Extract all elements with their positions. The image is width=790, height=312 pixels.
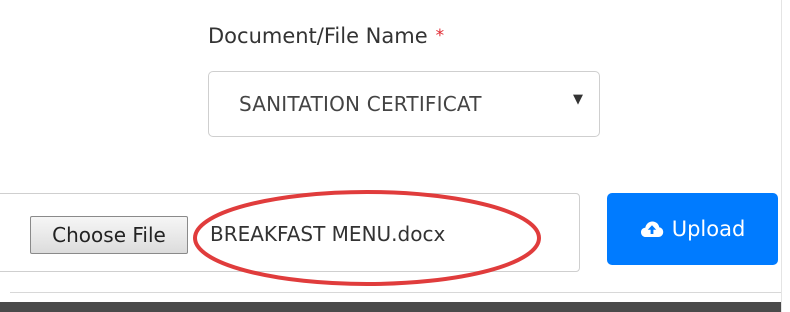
footer-band <box>0 302 781 312</box>
select-selected-value: SANITATION CERTIFICAT <box>239 92 482 116</box>
selected-file-name: BREAKFAST MENU.docx <box>210 222 446 246</box>
cloud-upload-icon <box>640 221 663 237</box>
chevron-down-icon: ▼ <box>573 92 583 107</box>
upload-button-label: Upload <box>671 217 746 241</box>
document-file-name-label: Document/File Name * <box>208 24 444 48</box>
document-label-text: Document/File Name <box>208 24 428 48</box>
upload-button[interactable]: Upload <box>607 193 778 265</box>
section-divider <box>10 292 781 293</box>
panel-right-border <box>781 0 782 312</box>
choose-file-button[interactable]: Choose File <box>30 216 188 254</box>
required-marker: * <box>435 26 445 46</box>
document-type-select[interactable]: SANITATION CERTIFICAT ▼ <box>208 71 600 137</box>
